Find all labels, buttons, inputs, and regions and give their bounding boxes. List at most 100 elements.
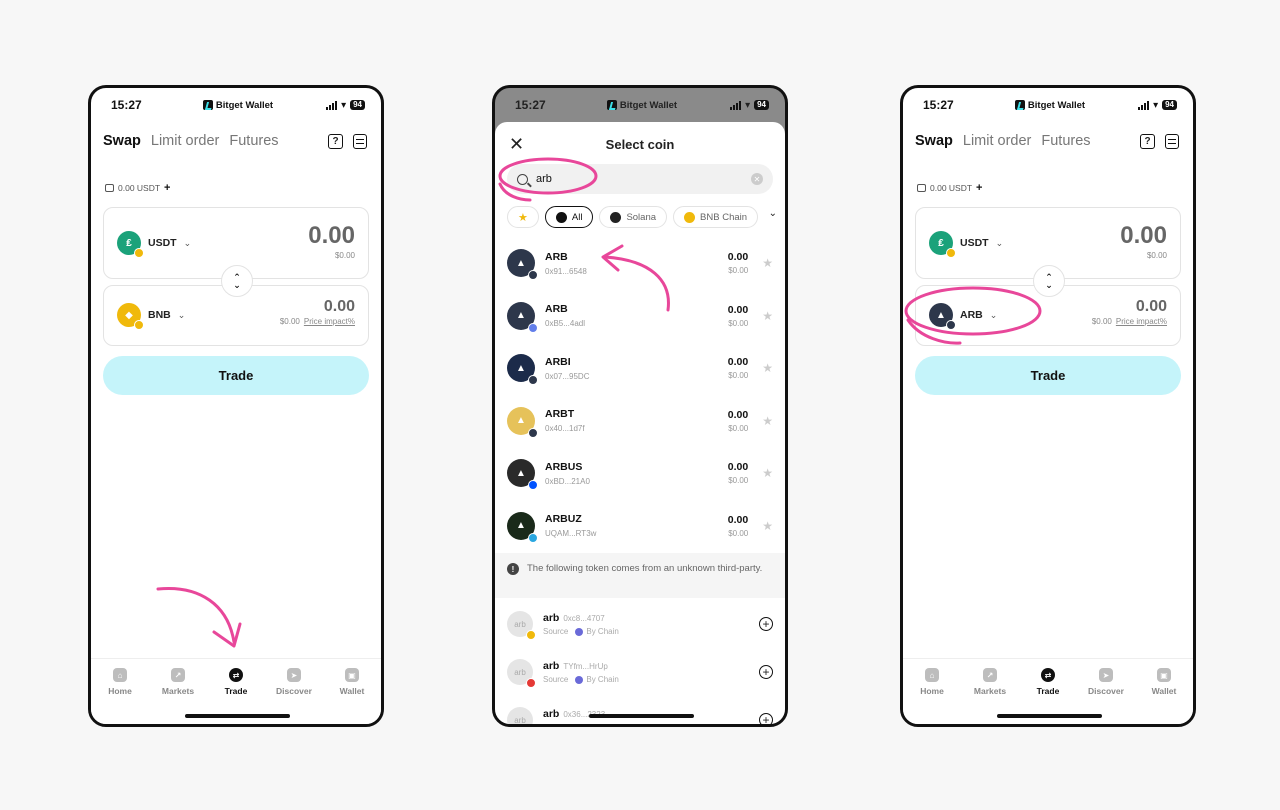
coin-address: 0x07...95DC bbox=[545, 371, 590, 381]
tab-futures[interactable]: Futures bbox=[229, 133, 278, 149]
from-token-selector[interactable]: ₤ USDT ⌄ bbox=[117, 231, 192, 258]
coin-usd-value: $0.00 bbox=[728, 528, 749, 538]
discover-icon: ➤ bbox=[1099, 668, 1113, 682]
help-icon[interactable]: ? bbox=[328, 133, 343, 149]
price-impact-link[interactable]: Price impact% bbox=[304, 317, 355, 326]
chain-badge-icon bbox=[526, 630, 536, 640]
coin-address: UQAM...RT3w bbox=[545, 529, 597, 539]
coin-address: 0x40...1d7f bbox=[545, 424, 585, 434]
chevron-down-icon: ⌄ bbox=[177, 309, 186, 320]
token-symbol: arb bbox=[543, 612, 560, 624]
coin-symbol: ARBI bbox=[545, 355, 571, 368]
coin-row[interactable]: ▲ ARBT 0x40...1d7f 0.00 $0.00 ★ bbox=[495, 395, 785, 448]
orders-icon[interactable] bbox=[353, 133, 367, 149]
coin-logo-icon: ▲ bbox=[507, 511, 538, 543]
chevron-down-icon: ⌄ bbox=[183, 237, 192, 248]
swap-direction-button[interactable]: ⌃ ⌄ bbox=[1033, 265, 1065, 297]
coin-row[interactable]: ▲ ARBI 0x07...95DC 0.00 $0.00 ★ bbox=[495, 342, 785, 395]
brand-name: Bitget Wallet bbox=[619, 99, 678, 111]
favorite-star-icon[interactable]: ★ bbox=[762, 361, 773, 375]
coin-row[interactable]: ▲ ARB 0x91...6548 0.00 $0.00 ★ bbox=[495, 237, 785, 290]
phone-select-coin: 15:27 Bitget Wallet ▾ 94 ✕ Select coin ✕… bbox=[492, 85, 788, 727]
chain-filter-chips: ★ All Solana BNB Chain bbox=[507, 206, 785, 228]
nav-home[interactable]: ⌂ Home bbox=[904, 668, 960, 724]
favorite-star-icon[interactable]: ★ bbox=[762, 309, 773, 323]
add-funds-icon[interactable]: + bbox=[976, 182, 982, 194]
add-token-icon[interactable]: + bbox=[759, 713, 773, 724]
solana-icon bbox=[610, 211, 622, 223]
token-symbol: arb bbox=[543, 660, 560, 672]
nav-home[interactable]: ⌂ Home bbox=[92, 668, 148, 724]
chain-icon bbox=[575, 723, 584, 724]
from-amount-input[interactable]: 0.00 bbox=[1120, 222, 1167, 250]
unknown-token-row[interactable]: arbarb0x36...2323SourceBy Chain+ bbox=[495, 696, 785, 724]
chip-all[interactable]: All bbox=[544, 206, 594, 228]
tab-futures[interactable]: Futures bbox=[1041, 133, 1090, 149]
favorite-star-icon[interactable]: ★ bbox=[762, 256, 773, 270]
wifi-icon: ▾ bbox=[745, 99, 751, 111]
unknown-token-notice: ! The following token comes from an unkn… bbox=[495, 553, 785, 598]
balance-text: 0.00 USDT bbox=[930, 183, 973, 193]
status-time: 15:27 bbox=[923, 98, 954, 112]
favorites-chip[interactable]: ★ bbox=[507, 206, 539, 228]
orders-icon[interactable] bbox=[1165, 133, 1179, 149]
tab-limit-order[interactable]: Limit order bbox=[151, 133, 220, 149]
favorite-star-icon[interactable]: ★ bbox=[762, 414, 773, 428]
source-label: Source bbox=[543, 627, 569, 636]
arb-coin-icon: ▲ bbox=[929, 303, 956, 330]
from-token-selector[interactable]: ₤ USDT ⌄ bbox=[929, 231, 1003, 258]
trade-button[interactable]: Trade bbox=[915, 356, 1181, 395]
swap-direction-button[interactable]: ⌃ ⌄ bbox=[221, 265, 253, 297]
chip-bnb-chain[interactable]: BNB Chain bbox=[673, 206, 759, 228]
add-token-icon[interactable]: + bbox=[759, 665, 773, 679]
tab-swap[interactable]: Swap bbox=[103, 133, 141, 149]
home-indicator bbox=[997, 714, 1102, 718]
battery-icon: 94 bbox=[1162, 100, 1177, 110]
balance-row: 0.00 USDT + bbox=[105, 182, 170, 194]
chain-badge-icon bbox=[526, 678, 536, 688]
nav-wallet[interactable]: ▣ Wallet bbox=[1136, 668, 1192, 724]
to-amount: 0.00 bbox=[323, 298, 355, 315]
search-input[interactable] bbox=[536, 173, 743, 185]
home-icon: ⌂ bbox=[113, 668, 127, 682]
favorite-star-icon[interactable]: ★ bbox=[762, 519, 773, 533]
to-token-selector[interactable]: ▲ ARB ⌄ bbox=[929, 303, 997, 330]
chain-badge-icon bbox=[528, 270, 538, 281]
token-symbol: arb bbox=[543, 708, 560, 720]
swap-tabs: Swap Limit order Futures ? bbox=[915, 133, 1179, 149]
add-funds-icon[interactable]: + bbox=[164, 182, 170, 194]
coin-logo-icon: ▲ bbox=[507, 459, 538, 491]
home-indicator bbox=[185, 714, 290, 718]
coin-symbol: ARBUZ bbox=[545, 513, 582, 526]
chevron-down-icon[interactable]: ⌄ bbox=[764, 208, 777, 219]
coin-balance: 0.00 bbox=[727, 513, 749, 526]
battery-icon: 94 bbox=[350, 100, 365, 110]
signal-icon bbox=[1138, 100, 1150, 110]
trade-button[interactable]: Trade bbox=[103, 356, 369, 395]
clear-search-icon[interactable]: ✕ bbox=[751, 173, 763, 185]
chain-badge-icon bbox=[528, 322, 538, 333]
to-token-selector[interactable]: ◆ BNB ⌄ bbox=[117, 303, 186, 330]
chain-badge-icon bbox=[528, 427, 538, 438]
close-icon[interactable]: ✕ bbox=[509, 134, 524, 155]
price-impact-link[interactable]: Price impact% bbox=[1116, 317, 1167, 326]
favorite-star-icon[interactable]: ★ bbox=[762, 466, 773, 480]
unknown-token-row[interactable]: arb arb TYfm...HrUp Source By Chain + bbox=[495, 648, 785, 696]
to-token-symbol: ARB bbox=[960, 309, 983, 321]
coin-address: 0xBD...21A0 bbox=[545, 476, 590, 486]
coin-row[interactable]: ▲ ARB 0xB5...4adl 0.00 $0.00 ★ bbox=[495, 290, 785, 343]
help-icon[interactable]: ? bbox=[1140, 133, 1155, 149]
coin-row[interactable]: ▲ ARBUS 0xBD...21A0 0.00 $0.00 ★ bbox=[495, 447, 785, 500]
unknown-token-row[interactable]: arb arb 0xc8...4707 Source By Chain + bbox=[495, 600, 785, 648]
brand-name: Bitget Wallet bbox=[1027, 99, 1086, 111]
add-token-icon[interactable]: + bbox=[759, 617, 773, 631]
chain-badge-icon bbox=[528, 532, 538, 543]
from-amount-input[interactable]: 0.00 bbox=[308, 222, 355, 250]
coin-balance: 0.00 bbox=[727, 461, 749, 474]
coin-row[interactable]: ▲ ARBUZ UQAM...RT3w 0.00 $0.00 ★ bbox=[495, 500, 785, 553]
tab-limit-order[interactable]: Limit order bbox=[963, 133, 1032, 149]
nav-wallet[interactable]: ▣ Wallet bbox=[324, 668, 380, 724]
chip-solana[interactable]: Solana bbox=[599, 206, 668, 228]
tab-swap[interactable]: Swap bbox=[915, 133, 953, 149]
placeholder-coin-icon: arb bbox=[507, 659, 536, 688]
